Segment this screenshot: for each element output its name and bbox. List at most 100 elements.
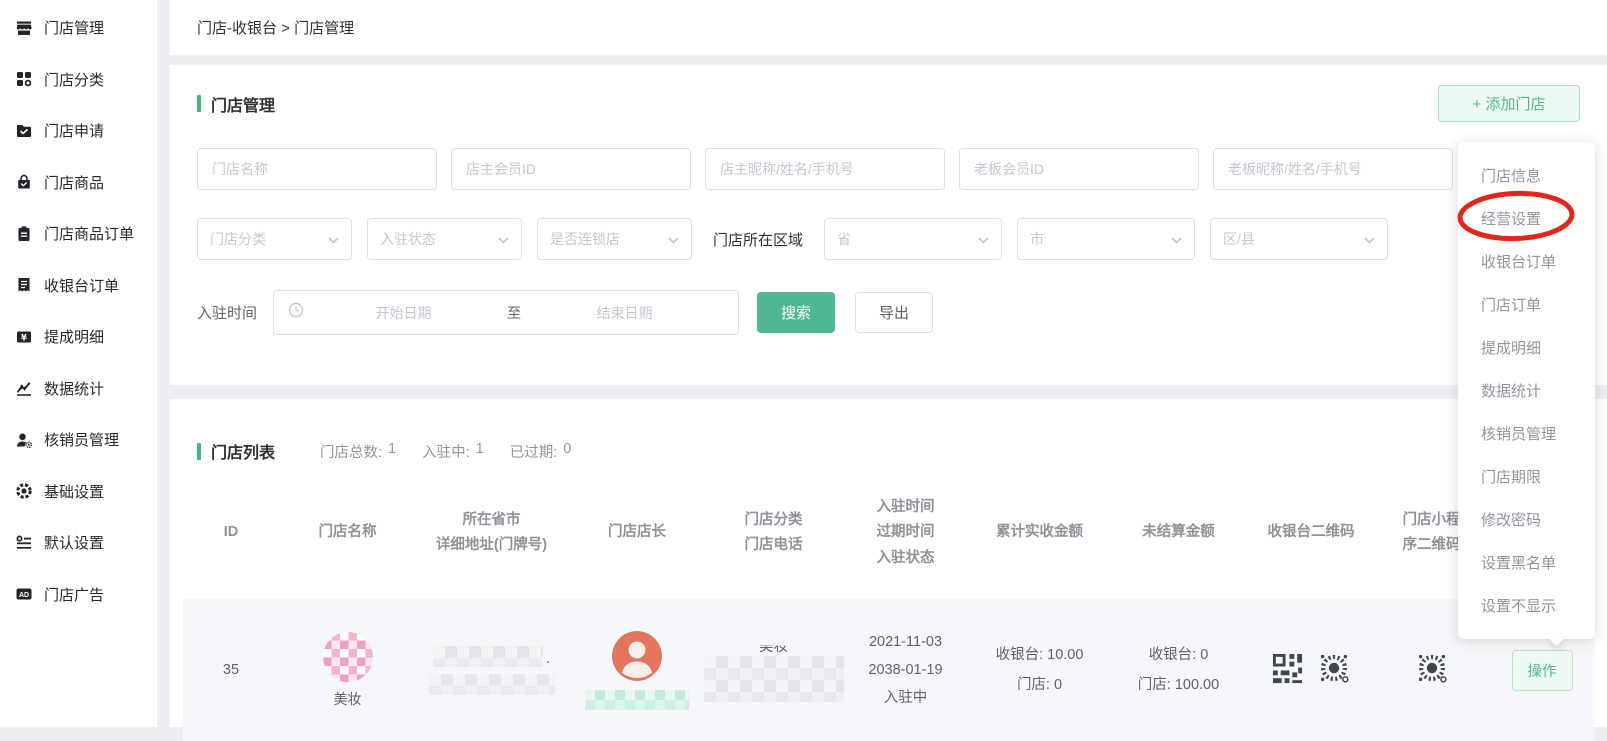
cell-address: . [416,646,567,695]
unsettled-store: 门店: 100.00 [1108,670,1249,700]
sidebar-item-verifier-management[interactable]: 核销员管理 [0,414,157,466]
col-header-time-status: 入驻时间过期时间入驻状态 [840,495,971,571]
join-status-select[interactable]: 入驻状态 [367,218,522,260]
qr-code-icon[interactable] [1271,652,1304,689]
col-header-store-name: 门店名称 [279,520,416,545]
sidebar-item-cashier-orders[interactable]: 收银台订单 [0,260,157,312]
sidebar-item-basic-settings[interactable]: 基础设置 [0,466,157,518]
sidebar-item-label: 门店申请 [44,120,104,141]
chevron-down-icon [1364,231,1375,247]
cell-manager [567,631,707,710]
col-header-address: 所在省市详细地址(门牌号) [416,508,567,559]
date-range-picker[interactable]: 至 [273,290,739,335]
select-placeholder: 入驻状态 [380,229,436,249]
stat-expired-label: 已过期: [510,441,558,462]
select-placeholder: 省 [837,229,851,249]
stat-total-label: 门店总数: [320,441,382,462]
category-label: 美妆 [759,639,788,656]
storefront-icon [15,19,33,37]
ad-icon: AD [15,585,33,603]
blurred-address-line2 [429,674,555,695]
boss-nickname-input[interactable] [1213,148,1453,190]
store-name-input[interactable] [197,148,437,190]
sidebar-item-store-category[interactable]: 门店分类 [0,54,157,106]
sidebar-item-store-ads[interactable]: AD 门店广告 [0,569,157,621]
action-context-menu: 门店信息 经营设置 收银台订单 门店订单 提成明细 数据统计 核销员管理 门店期… [1458,142,1595,639]
menu-item-store-orders[interactable]: 门店订单 [1458,283,1595,326]
sidebar-item-label: 门店管理 [44,17,104,38]
store-avatar[interactable] [323,632,373,682]
menu-item-commission-details[interactable]: 提成明细 [1458,326,1595,369]
sidebar-item-data-statistics[interactable]: 数据统计 [0,363,157,415]
menu-item-change-password[interactable]: 修改密码 [1458,498,1595,541]
store-name-label: 美妆 [334,689,362,709]
sidebar-item-store-application[interactable]: 门店申请 [0,105,157,157]
cell-time-status: 2021-11-03 2038-01-19 入驻中 [840,628,971,713]
title-accent-bar [197,443,201,460]
province-select[interactable]: 省 [824,218,1002,260]
store-category-select[interactable]: 门店分类 [197,218,352,260]
menu-item-cashier-orders[interactable]: 收银台订单 [1458,240,1595,283]
menu-item-set-blacklist[interactable]: 设置黑名单 [1458,541,1595,584]
sidebar-item-default-settings[interactable]: 默认设置 [0,517,157,569]
sidebar-item-label: 数据统计 [44,378,104,399]
cell-actions: 操作 [1490,650,1594,691]
export-button[interactable]: 导出 [855,292,933,333]
menu-item-verifier-management[interactable]: 核销员管理 [1458,412,1595,455]
store-list-card: 门店列表 门店总数:1 入驻中:1 已过期:0 ID 门店名称 所在省市详细地址… [170,399,1607,727]
miniprogram-code-icon[interactable] [1316,650,1352,690]
menu-item-business-settings[interactable]: 经营设置 [1458,197,1595,240]
miniprogram-code-icon[interactable] [1414,650,1450,690]
chevron-down-icon [1171,231,1182,247]
manager-avatar[interactable] [612,631,662,681]
add-store-button[interactable]: + 添加门店 [1438,85,1580,122]
banknote-icon: ¥ [15,328,33,346]
action-button[interactable]: 操作 [1512,650,1573,691]
svg-text:AD: AD [19,592,29,599]
sidebar-item-store-management[interactable]: 门店管理 [0,2,157,54]
owner-member-id-input[interactable] [451,148,691,190]
sidebar-item-commission-details[interactable]: ¥ 提成明细 [0,311,157,363]
gear-icon [15,482,33,500]
join-date-end-input[interactable] [525,305,724,321]
menu-item-set-hidden[interactable]: 设置不显示 [1458,584,1595,627]
chart-icon [15,379,33,397]
join-date: 2021-11-03 [840,628,971,656]
district-select[interactable]: 区/县 [1210,218,1388,260]
search-button[interactable]: 搜索 [757,292,835,333]
menu-item-data-statistics[interactable]: 数据统计 [1458,369,1595,412]
folder-check-icon [15,122,33,140]
sidebar-item-store-goods-orders[interactable]: 门店商品订单 [0,208,157,260]
date-separator: 至 [503,303,525,323]
store-management-card: 门店管理 + 添加门店 门店分类 入驻状态 是否连锁店 门店所 [170,65,1607,385]
col-header-received: 累计实收金额 [971,520,1108,545]
menu-item-store-term[interactable]: 门店期限 [1458,455,1595,498]
stat-active-label: 入驻中: [422,441,470,462]
boss-member-id-input[interactable] [959,148,1199,190]
sidebar-item-label: 核销员管理 [44,429,119,450]
card-title: 门店管理 [197,92,275,116]
chevron-down-icon [978,231,989,247]
sidebar-item-store-goods[interactable]: 门店商品 [0,157,157,209]
stat-active-value: 1 [476,441,484,462]
sidebar-item-label: 门店分类 [44,69,104,90]
select-placeholder: 区/县 [1223,229,1255,249]
cell-cashier-qr [1249,650,1373,690]
select-placeholder: 是否连锁店 [550,229,620,249]
cell-miniprogram-qr [1373,650,1490,690]
menu-item-store-info[interactable]: 门店信息 [1458,154,1595,197]
col-header-category-phone: 门店分类门店电话 [707,508,840,559]
col-header-cashier-qr: 收银台二维码 [1249,520,1373,545]
clipboard-icon [15,225,33,243]
list-title: 门店列表 [197,439,275,463]
select-placeholder: 门店分类 [210,229,266,249]
city-select[interactable]: 市 [1017,218,1195,260]
join-date-start-input[interactable] [304,305,503,321]
cell-store-name: 美妆 [279,632,416,709]
stat-expired-value: 0 [563,441,571,462]
cell-received: 收银台: 10.00 门店: 0 [971,640,1108,701]
title-accent-bar [197,95,201,112]
chain-store-select[interactable]: 是否连锁店 [537,218,692,260]
receipt-icon [15,276,33,294]
owner-nickname-input[interactable] [705,148,945,190]
